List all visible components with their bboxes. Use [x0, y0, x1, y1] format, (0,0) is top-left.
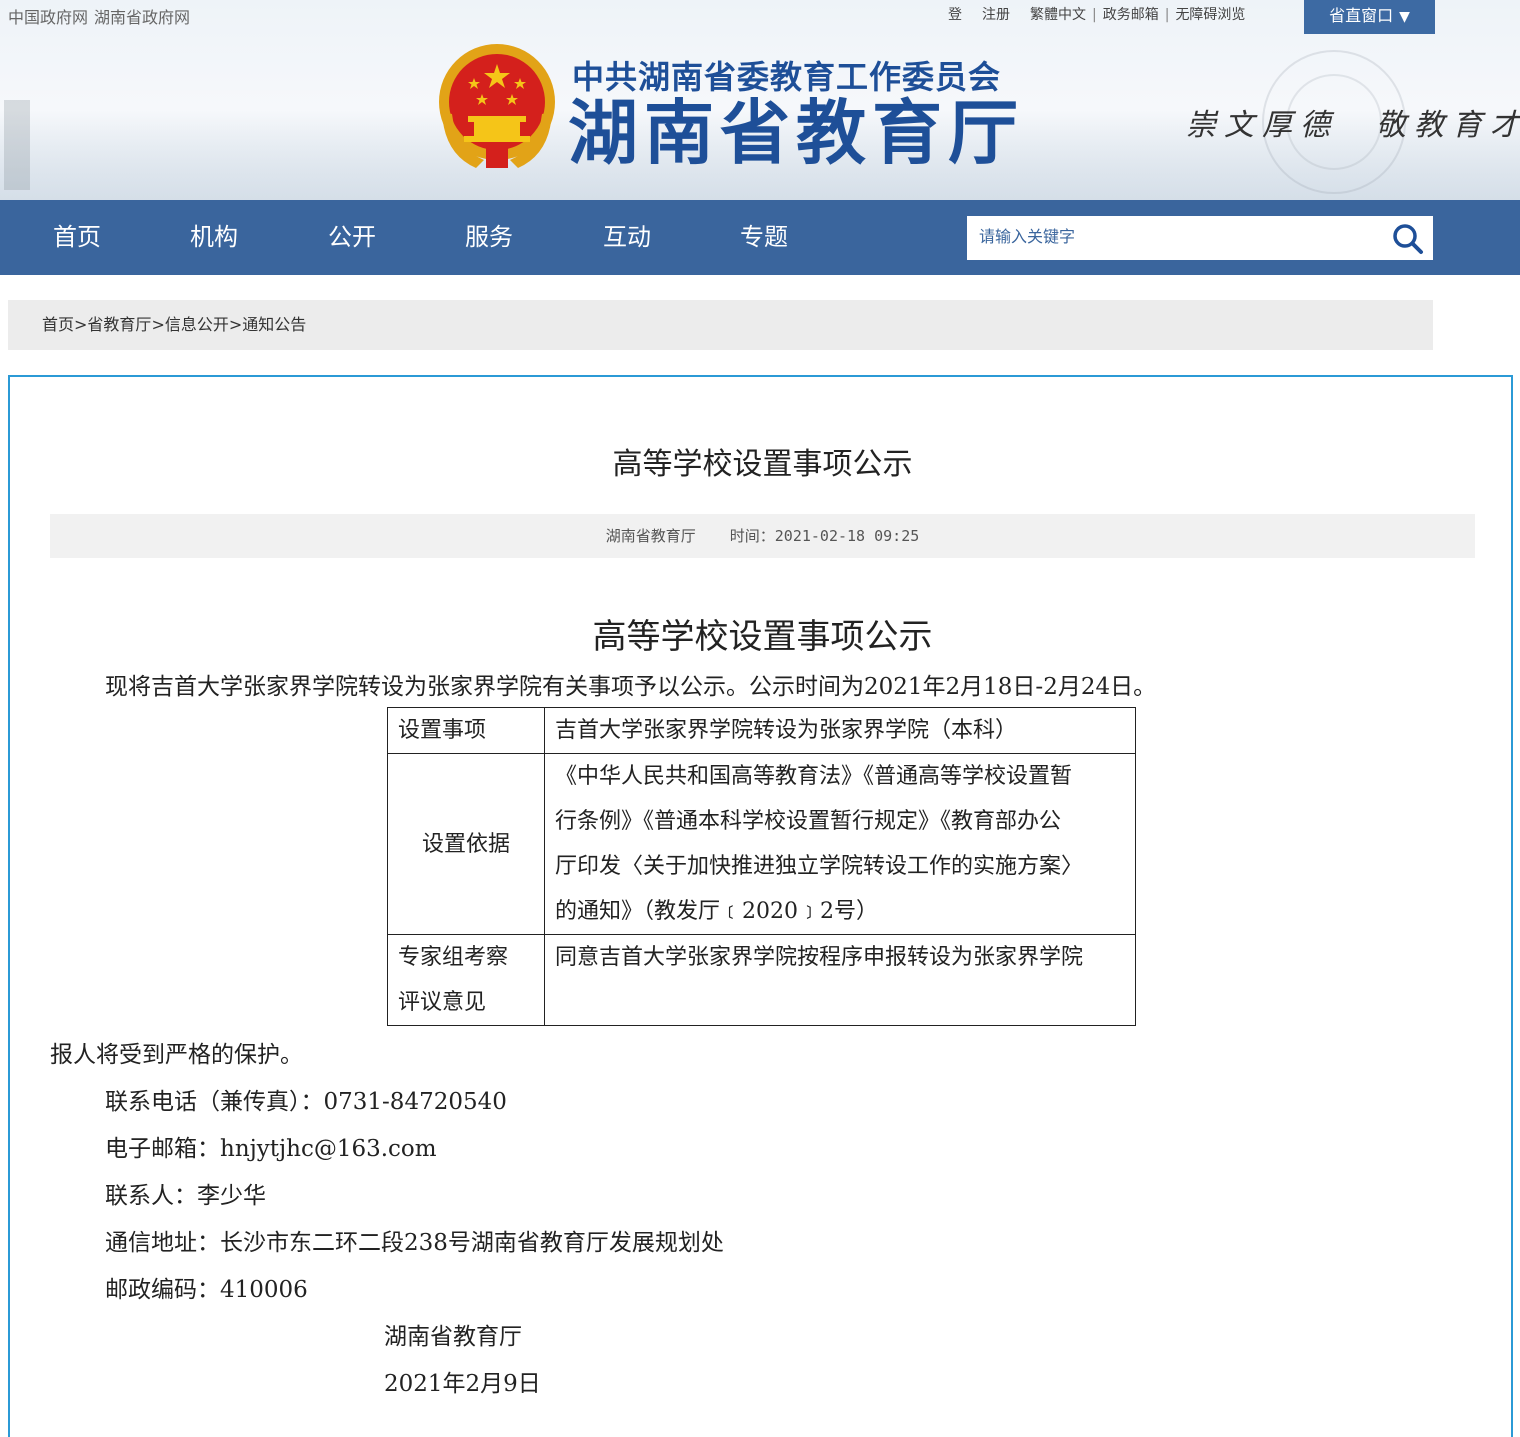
search-box [967, 216, 1433, 260]
table-value: 同意吉首大学张家界学院按程序申报转设为张家界学院 [544, 934, 1136, 1026]
top-links-left: 中国政府网 湖南省政府网 [8, 4, 196, 28]
nav-item-organization[interactable]: 机构 [190, 200, 238, 275]
table-value: 吉首大学张家界学院转设为张家界学院（本科） [544, 707, 1136, 754]
intro-paragraph: 现将吉首大学张家界学院转设为张家界学院有关事项予以公示。公示时间为2021年2月… [105, 674, 1157, 700]
establishment-table: 设置事项 吉首大学张家界学院转设为张家界学院（本科） 设置依据 《中华人民共和国… [387, 707, 1136, 1026]
top-links-right: 登注册 繁體中文 | 政务邮箱 | 无障碍浏览 [948, 7, 1246, 23]
contact-address: 通信地址：长沙市东二环二段238号湖南省教育厅发展规划处 [105, 1230, 724, 1256]
search-icon[interactable] [1391, 222, 1425, 256]
table-row: 设置依据 《中华人民共和国高等教育法》《普通高等学校设置暂 行条例》《普通本科学… [387, 753, 1136, 935]
breadcrumb-disclosure[interactable]: 信息公开 [165, 315, 229, 334]
slogan: 崇文厚德 敬教育才 [1186, 108, 1520, 143]
login-link[interactable]: 登 [948, 7, 962, 23]
article-time: 2021-02-18 09:25 [774, 527, 920, 545]
table-key: 设置依据 [387, 753, 545, 935]
nav-item-service[interactable]: 服务 [465, 200, 513, 275]
table-row: 设置事项 吉首大学张家界学院转设为张家界学院（本科） [387, 707, 1136, 754]
decorative-banner [4, 100, 30, 190]
link-hunan-gov[interactable]: 湖南省政府网 [94, 8, 190, 27]
gov-mail-link[interactable]: 政务邮箱 [1103, 7, 1159, 23]
nav-item-home[interactable]: 首页 [53, 200, 101, 275]
nav-item-interaction[interactable]: 互动 [603, 200, 651, 275]
contact-postcode: 邮政编码：410006 [105, 1277, 308, 1303]
breadcrumb-department[interactable]: 省教育厅 [87, 315, 151, 334]
provincial-window-label: 省直窗口 [1329, 6, 1394, 25]
contact-phone: 联系电话（兼传真）：0731-84720540 [105, 1089, 507, 1115]
site-title: 湖南省教育厅 [568, 92, 1024, 174]
national-emblem-icon [439, 44, 555, 168]
search-input[interactable] [967, 216, 1377, 260]
signature: 湖南省教育厅 [384, 1324, 522, 1350]
traditional-chinese-link[interactable]: 繁體中文 [1030, 7, 1086, 23]
table-key: 设置事项 [387, 707, 545, 754]
protection-text: 报人将受到严格的保护。 [50, 1042, 303, 1068]
chevron-down-icon: ▼ [1399, 9, 1410, 25]
article-meta: 湖南省教育厅 时间：2021-02-18 09:25 [50, 514, 1475, 558]
article-panel: 高等学校设置事项公示 湖南省教育厅 时间：2021-02-18 09:25 高等学… [8, 375, 1513, 1437]
contact-email: 电子邮箱：hnjytjhc@163.com [105, 1136, 437, 1162]
nav-item-disclosure[interactable]: 公开 [328, 200, 376, 275]
accessible-browse-link[interactable]: 无障碍浏览 [1175, 7, 1245, 23]
breadcrumb-notices[interactable]: 通知公告 [242, 315, 306, 334]
table-key: 专家组考察 评议意见 [387, 934, 545, 1026]
signature-date: 2021年2月9日 [384, 1371, 541, 1397]
breadcrumb: 首页>省教育厅>信息公开>通知公告 [8, 300, 1433, 350]
article-title: 高等学校设置事项公示 [612, 447, 913, 482]
breadcrumb-home[interactable]: 首页 [42, 315, 74, 334]
article-source: 湖南省教育厅 [605, 527, 696, 545]
register-link[interactable]: 注册 [982, 7, 1010, 23]
table-value: 《中华人民共和国高等教育法》《普通高等学校设置暂 行条例》《普通本科学校设置暂行… [544, 753, 1136, 935]
link-gov-cn[interactable]: 中国政府网 [8, 8, 88, 27]
site-header: 中国政府网 湖南省政府网 登注册 繁體中文 | 政务邮箱 | 无障碍浏览 省直窗口 ▼ 中共湖… [0, 0, 1520, 200]
table-row: 专家组考察 评议意见 同意吉首大学张家界学院按程序申报转设为张家界学院 [387, 934, 1136, 1026]
article-time-label: 时间： [729, 527, 775, 545]
document-title: 高等学校设置事项公示 [592, 617, 933, 657]
provincial-window-dropdown[interactable]: 省直窗口 ▼ [1304, 0, 1435, 34]
nav-item-topics[interactable]: 专题 [740, 200, 788, 275]
contact-person: 联系人：李少华 [105, 1183, 266, 1209]
